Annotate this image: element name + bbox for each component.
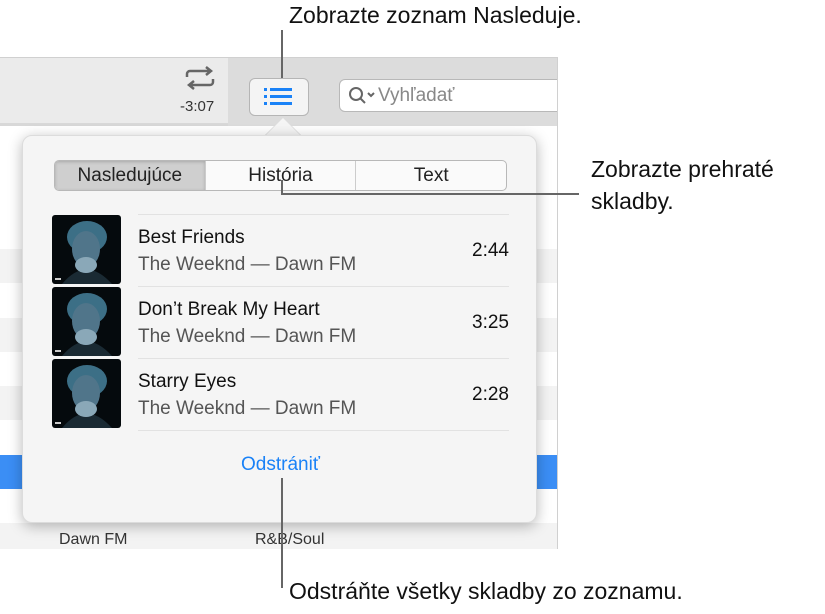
divider [138, 214, 509, 215]
song-title: Best Friends [138, 227, 245, 248]
queue-item[interactable]: Best Friends The Weeknd — Dawn FM 2:44 [51, 214, 509, 286]
song-artist-album: The Weeknd — Dawn FM [138, 398, 357, 419]
repeat-icon[interactable] [184, 65, 216, 91]
song-duration: 2:44 [472, 240, 509, 261]
divider [138, 358, 509, 359]
song-artist-album: The Weeknd — Dawn FM [138, 326, 357, 347]
callout-up-next: Zobrazte zoznam Nasleduje. [289, 2, 582, 28]
album-cell: Dawn FM [59, 531, 128, 549]
clear-button[interactable]: Odstrániť [23, 454, 538, 476]
tab-history[interactable]: História [204, 161, 356, 190]
song-title: Don’t Break My Heart [138, 299, 320, 320]
queue-list-icon [264, 88, 292, 105]
genre-cell: R&B/Soul [255, 531, 325, 549]
divider [138, 430, 509, 431]
divider [138, 286, 509, 287]
popover-arrow [265, 118, 301, 136]
queue-item[interactable]: Don’t Break My Heart The Weeknd — Dawn F… [51, 286, 509, 358]
song-duration: 2:28 [472, 384, 509, 405]
callout-line [281, 180, 283, 194]
song-artist-album: The Weeknd — Dawn FM [138, 254, 357, 275]
player-controls: -3:07 [0, 58, 228, 126]
album-artwork [52, 287, 121, 356]
callout-line [281, 478, 283, 588]
callout-line [281, 30, 283, 78]
tab-up-next[interactable]: Nasledujúce [55, 161, 205, 190]
queue-item[interactable]: Starry Eyes The Weeknd — Dawn FM 2:28 [51, 358, 509, 430]
album-artwork [52, 215, 121, 284]
callout-clear: Odstráňte všetky skladby zo zoznamu. [289, 578, 683, 604]
remaining-time: -3:07 [180, 98, 215, 115]
song-title: Starry Eyes [138, 371, 237, 392]
tab-lyrics[interactable]: Text [355, 161, 506, 190]
callout-history: Zobrazte prehraté skladby. [591, 156, 774, 214]
album-artwork [52, 359, 121, 428]
table-row[interactable]: Dawn FM R&B/Soul [0, 523, 557, 549]
callout-line [281, 193, 579, 195]
search-placeholder: Vyhľadať [378, 84, 455, 106]
up-next-button[interactable] [249, 78, 309, 116]
search-input[interactable]: Vyhľadať [339, 79, 557, 112]
song-duration: 3:25 [472, 312, 509, 333]
search-icon [349, 86, 375, 104]
